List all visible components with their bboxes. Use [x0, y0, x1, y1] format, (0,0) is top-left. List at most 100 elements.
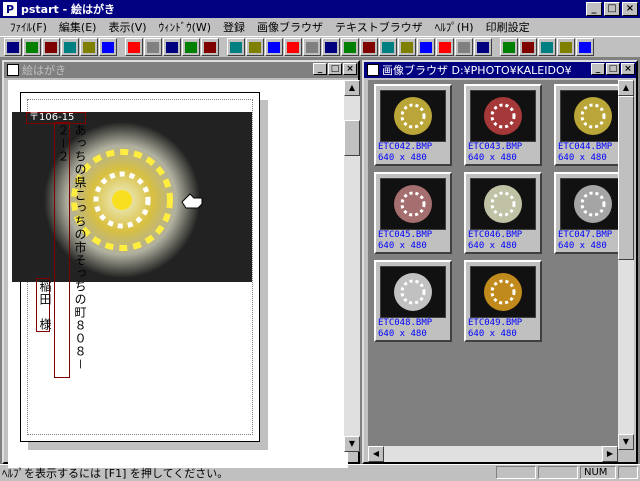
postcard-vscroll[interactable]: ▲ ▼: [344, 80, 360, 452]
menu-window[interactable]: ｳｨﾝﾄﾞｳ(W): [153, 19, 217, 35]
scroll-down-button[interactable]: ▼: [344, 436, 360, 452]
distribute-button[interactable]: [379, 38, 397, 56]
thumbnail-dimensions: 640 x 480: [378, 241, 427, 251]
new-button[interactable]: [4, 38, 22, 56]
menu-file[interactable]: ﾌｧｲﾙ(F): [4, 19, 53, 35]
browser-close-button[interactable]: ×: [621, 63, 635, 75]
horizontal-text-button[interactable]: [557, 38, 575, 56]
print-preview-button[interactable]: [99, 38, 117, 56]
page-icon: [128, 41, 140, 53]
help-button[interactable]: [576, 38, 594, 56]
thumbnail-image: [470, 90, 536, 142]
scroll-thumb[interactable]: [344, 120, 360, 156]
menu-register[interactable]: 登録: [217, 19, 251, 35]
menu-view[interactable]: 表示(V): [102, 19, 152, 35]
kaleidoscope-image: [44, 122, 200, 278]
menu-image-browser[interactable]: 画像ブラウザ: [251, 19, 329, 35]
thumbnail-item[interactable]: ETC046.BMP 640 x 480: [464, 172, 542, 254]
browser-vscroll[interactable]: ▲ ▼: [618, 80, 634, 450]
style-button[interactable]: [519, 38, 537, 56]
ungroup-icon: [458, 41, 470, 53]
help-icon: [579, 41, 591, 53]
text-button[interactable]: [500, 38, 518, 56]
scroll-up-button[interactable]: ▲: [344, 80, 360, 96]
save-all-button[interactable]: [61, 38, 79, 56]
move-down-button[interactable]: [144, 38, 162, 56]
menu-edit[interactable]: 編集(E): [53, 19, 103, 35]
thumbnail-filename: ETC047.BMP: [558, 230, 613, 240]
menu-help[interactable]: ﾍﾙﾌﾟ(H): [429, 19, 480, 35]
save-icon: [45, 41, 57, 53]
ungroup-button[interactable]: [455, 38, 473, 56]
recipient-suffix: 様: [38, 318, 52, 331]
thumbnail-item[interactable]: ETC042.BMP 640 x 480: [374, 84, 452, 166]
thumbnail-dimensions: 640 x 480: [378, 153, 427, 163]
menu-text-browser[interactable]: テキストブラウザ: [329, 19, 429, 35]
mdi-workspace: 絵はがき _ □ × 〒106-15 あっちの県こっちの市そっちの町８０８－２－…: [0, 58, 640, 468]
thumbnail-item[interactable]: ETC048.BMP 640 x 480: [374, 260, 452, 342]
order-button[interactable]: [474, 38, 492, 56]
hand-cursor-icon: [181, 193, 203, 209]
align-right-button[interactable]: [341, 38, 359, 56]
align-bottom-button[interactable]: [360, 38, 378, 56]
fit-button[interactable]: [417, 38, 435, 56]
app-titlebar: P pstart - 絵はがき _ □ ×: [0, 0, 640, 18]
thumbnail-dimensions: 640 x 480: [558, 241, 607, 251]
align-middle-button[interactable]: [246, 38, 264, 56]
browser-scroll-up-button[interactable]: ▲: [618, 80, 634, 96]
image-browser-icon: [367, 64, 379, 76]
app-icon[interactable]: P: [3, 2, 17, 16]
align-center-button[interactable]: [322, 38, 340, 56]
align-left-button[interactable]: [303, 38, 321, 56]
browser-maximize-button[interactable]: □: [606, 63, 620, 75]
postcard-window-titlebar[interactable]: 絵はがき _ □ ×: [4, 62, 358, 78]
vertical-text-button[interactable]: [538, 38, 556, 56]
browser-scroll-down-button[interactable]: ▼: [618, 434, 634, 450]
postcard-close-button[interactable]: ×: [343, 63, 357, 75]
postcard-window-title: 絵はがき: [22, 64, 66, 77]
align-top-button[interactable]: [227, 38, 245, 56]
postcard-minimize-button[interactable]: _: [313, 63, 327, 75]
browser-scroll-thumb[interactable]: [618, 96, 634, 260]
thumbnail-item[interactable]: ETC049.BMP 640 x 480: [464, 260, 542, 342]
save-button[interactable]: [42, 38, 60, 56]
minimize-button[interactable]: _: [586, 2, 602, 16]
recipient-name: 稲田: [38, 280, 52, 306]
thumbnail-image: [560, 178, 620, 230]
browser-minimize-button[interactable]: _: [591, 63, 605, 75]
close-button[interactable]: ×: [622, 2, 638, 16]
image-browser-titlebar[interactable]: 画像ブラウザ D:¥PHOTO¥KALEIDO¥ _ □ ×: [364, 62, 636, 78]
group-button[interactable]: [436, 38, 454, 56]
thumbnail-grid: ETC042.BMP 640 x 480 ETC043.BMP 640 x 480 ET…: [368, 80, 620, 450]
thumbnail-filename: ETC043.BMP: [468, 142, 523, 152]
move-all-button[interactable]: [163, 38, 181, 56]
thumbnail-item[interactable]: ETC043.BMP 640 x 480: [464, 84, 542, 166]
triangle-button[interactable]: [284, 38, 302, 56]
align-width-button[interactable]: [265, 38, 283, 56]
open-icon: [26, 41, 38, 53]
thumbnail-dimensions: 640 x 480: [468, 329, 517, 339]
align-middle-icon: [249, 41, 261, 53]
save-all-icon: [64, 41, 76, 53]
stretch-icon: [401, 41, 413, 53]
postcard-maximize-button[interactable]: □: [328, 63, 342, 75]
style-icon: [522, 41, 534, 53]
thumbnail-item[interactable]: ETC045.BMP 640 x 480: [374, 172, 452, 254]
page-button[interactable]: [125, 38, 143, 56]
postcard-photo[interactable]: [12, 112, 252, 282]
open-button[interactable]: [23, 38, 41, 56]
print-button[interactable]: [80, 38, 98, 56]
postcard-canvas[interactable]: 〒106-15 あっちの県こっちの市そっちの町８０８－２－２ 稲田 様: [8, 80, 348, 468]
browser-scroll-right-button[interactable]: ▶: [602, 446, 618, 462]
menu-print-settings[interactable]: 印刷設定: [480, 19, 536, 35]
thumbnail-item[interactable]: ETC047.BMP 640 x 480: [554, 172, 620, 254]
maximize-button[interactable]: □: [604, 2, 620, 16]
stretch-button[interactable]: [398, 38, 416, 56]
group-icon: [439, 41, 451, 53]
thumbnail-item[interactable]: ETC044.BMP 640 x 480: [554, 84, 620, 166]
paste-button[interactable]: [201, 38, 219, 56]
flip-button[interactable]: [182, 38, 200, 56]
browser-hscroll[interactable]: ◀ ▶: [368, 446, 618, 462]
status-panel-4: [618, 466, 638, 479]
browser-scroll-left-button[interactable]: ◀: [368, 446, 384, 462]
